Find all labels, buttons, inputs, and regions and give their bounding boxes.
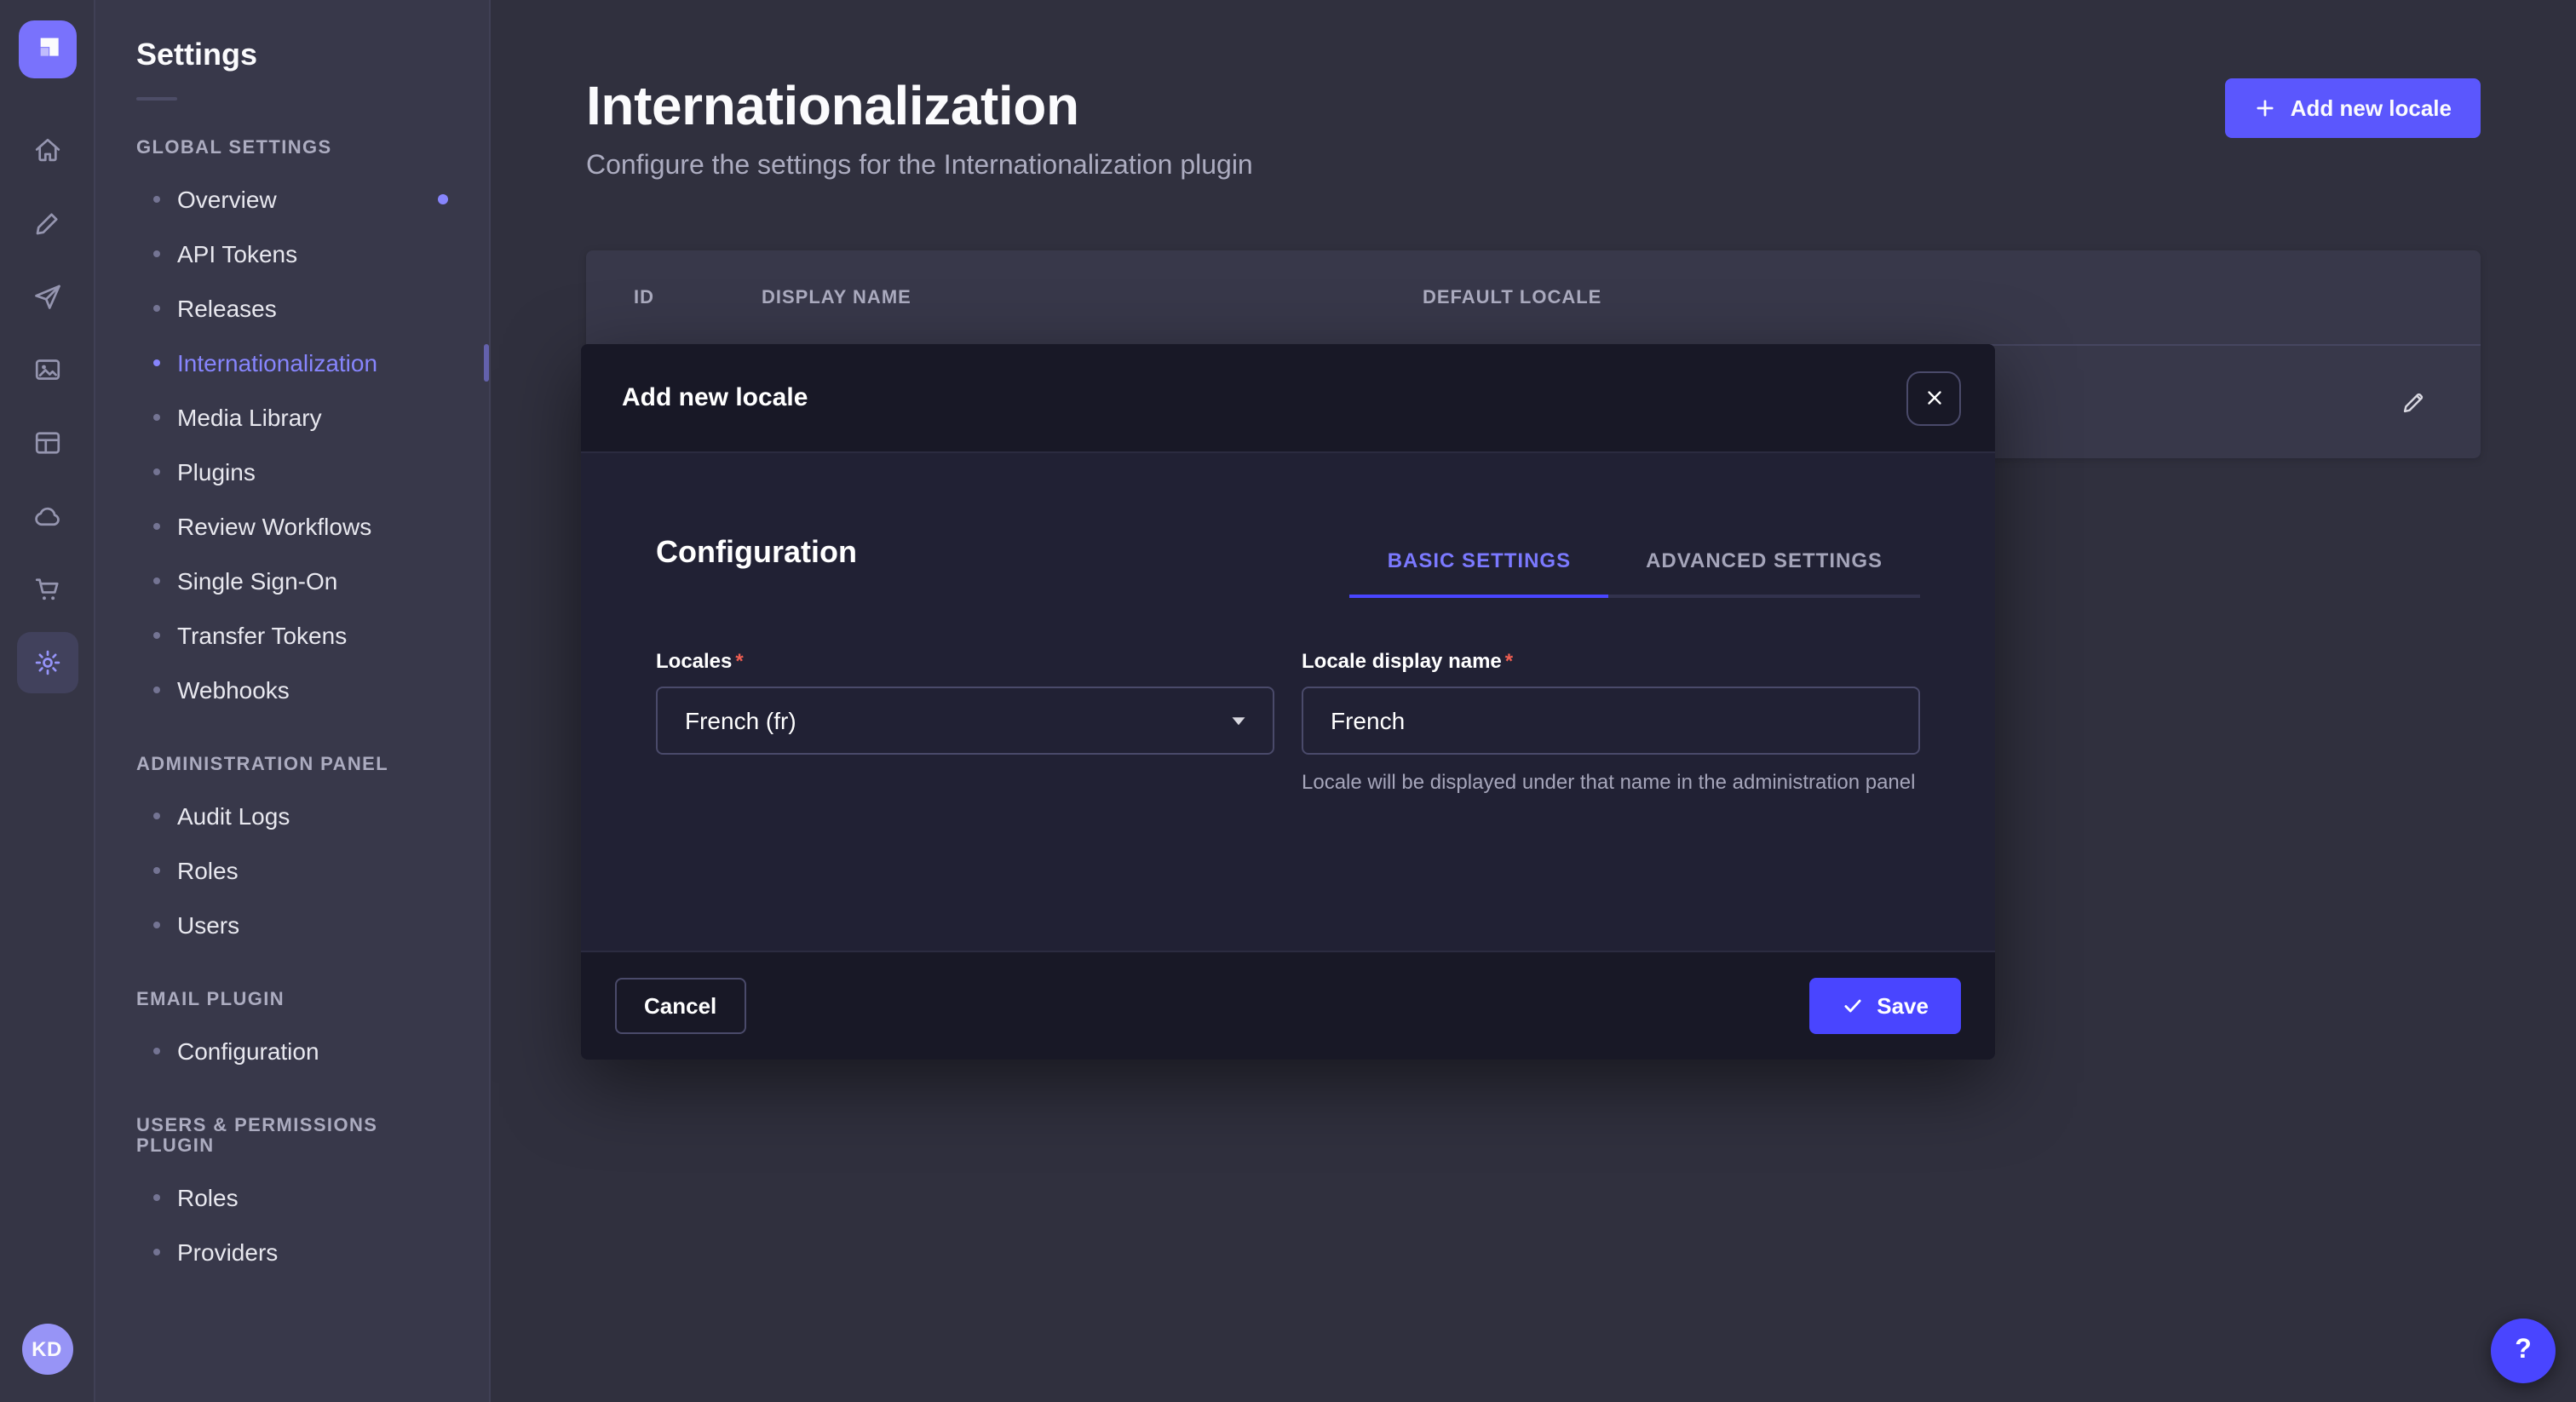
- chevron-down-icon: [1228, 710, 1249, 731]
- display-name-field: Locale display name* Locale will be disp…: [1302, 649, 1920, 797]
- help-button[interactable]: ?: [2491, 1319, 2556, 1383]
- cancel-button[interactable]: Cancel: [615, 978, 745, 1034]
- screen: KD Settings GLOBAL SETTINGS Overview API…: [0, 0, 2576, 1402]
- settings-tabs: BASIC SETTINGS ADVANCED SETTINGS: [1350, 528, 1920, 598]
- locales-field: Locales* French (fr): [656, 649, 1274, 797]
- configuration-title: Configuration: [656, 535, 857, 598]
- configuration-row: Configuration BASIC SETTINGS ADVANCED SE…: [656, 528, 1920, 598]
- modal-body: Configuration BASIC SETTINGS ADVANCED SE…: [581, 453, 1995, 951]
- locale-form: Locales* French (fr) Locale display name…: [656, 649, 1920, 797]
- check-icon: [1841, 995, 1863, 1017]
- tab-basic-settings[interactable]: BASIC SETTINGS: [1350, 528, 1608, 598]
- add-locale-modal: Add new locale Configuration BASIC SETTI…: [581, 344, 1995, 1060]
- display-name-label: Locale display name*: [1302, 649, 1920, 673]
- locales-label-text: Locales: [656, 649, 732, 673]
- locale-display-name-input[interactable]: [1302, 687, 1920, 755]
- close-icon[interactable]: [1906, 371, 1961, 425]
- display-name-label-text: Locale display name: [1302, 649, 1502, 673]
- strapi-admin-app: KD Settings GLOBAL SETTINGS Overview API…: [0, 0, 2576, 1402]
- locales-label: Locales*: [656, 649, 1274, 673]
- required-asterisk: *: [1505, 649, 1513, 673]
- save-button-label: Save: [1877, 993, 1929, 1019]
- display-name-hint: Locale will be displayed under that name…: [1302, 768, 1920, 797]
- question-mark-icon: ?: [2515, 1336, 2532, 1366]
- modal-title: Add new locale: [622, 383, 808, 412]
- tab-advanced-settings[interactable]: ADVANCED SETTINGS: [1608, 528, 1920, 598]
- locales-select[interactable]: French (fr): [656, 687, 1274, 755]
- modal-footer: Cancel Save: [581, 951, 1995, 1060]
- modal-header: Add new locale: [581, 344, 1995, 453]
- save-button[interactable]: Save: [1808, 978, 1961, 1034]
- required-asterisk: *: [735, 649, 743, 673]
- locales-select-value: French (fr): [685, 707, 796, 734]
